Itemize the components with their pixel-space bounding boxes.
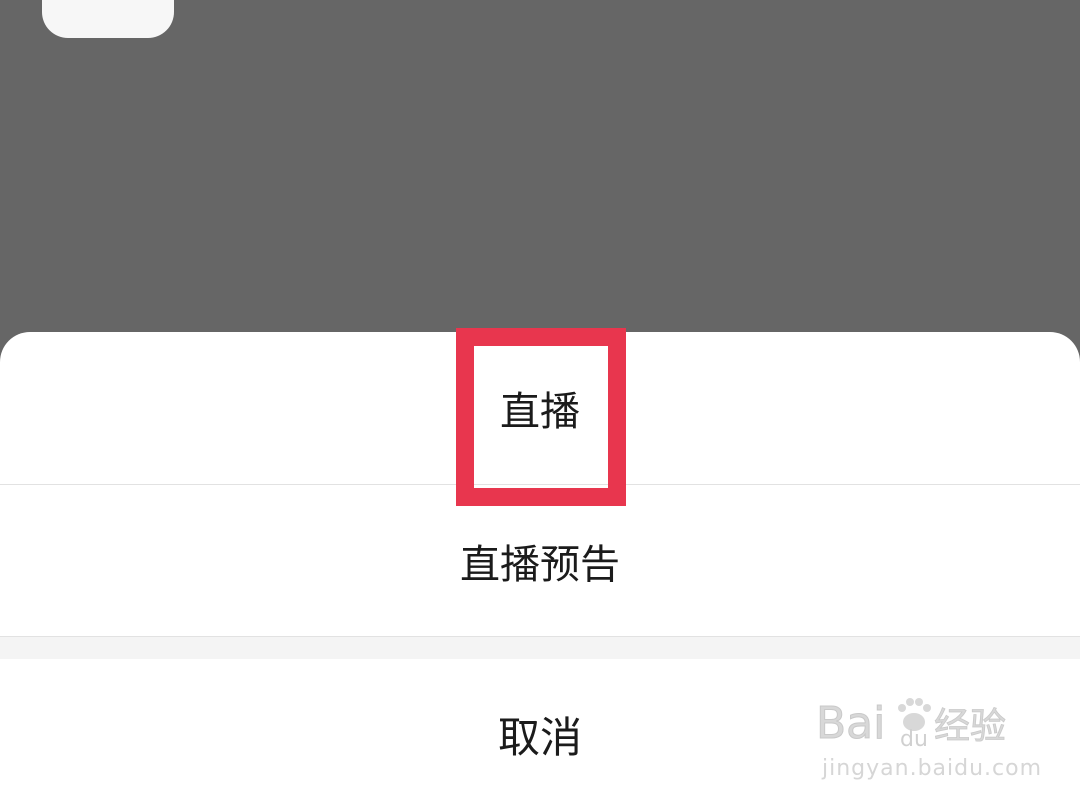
background-card [42,0,174,38]
live-preview-option[interactable]: 直播预告 [0,485,1080,636]
action-sheet: 直播 直播预告 取消 [0,332,1080,810]
cancel-button[interactable]: 取消 [0,659,1080,810]
live-preview-option-label: 直播预告 [460,541,620,588]
cancel-button-label: 取消 [497,713,582,762]
screen: 直播 直播预告 取消 Bai du 经验 jingyan.baidu.com [0,0,1080,810]
live-option-label: 直播 [500,389,580,435]
cancel-separator [0,637,1080,659]
live-option[interactable]: 直播 [0,332,1080,484]
